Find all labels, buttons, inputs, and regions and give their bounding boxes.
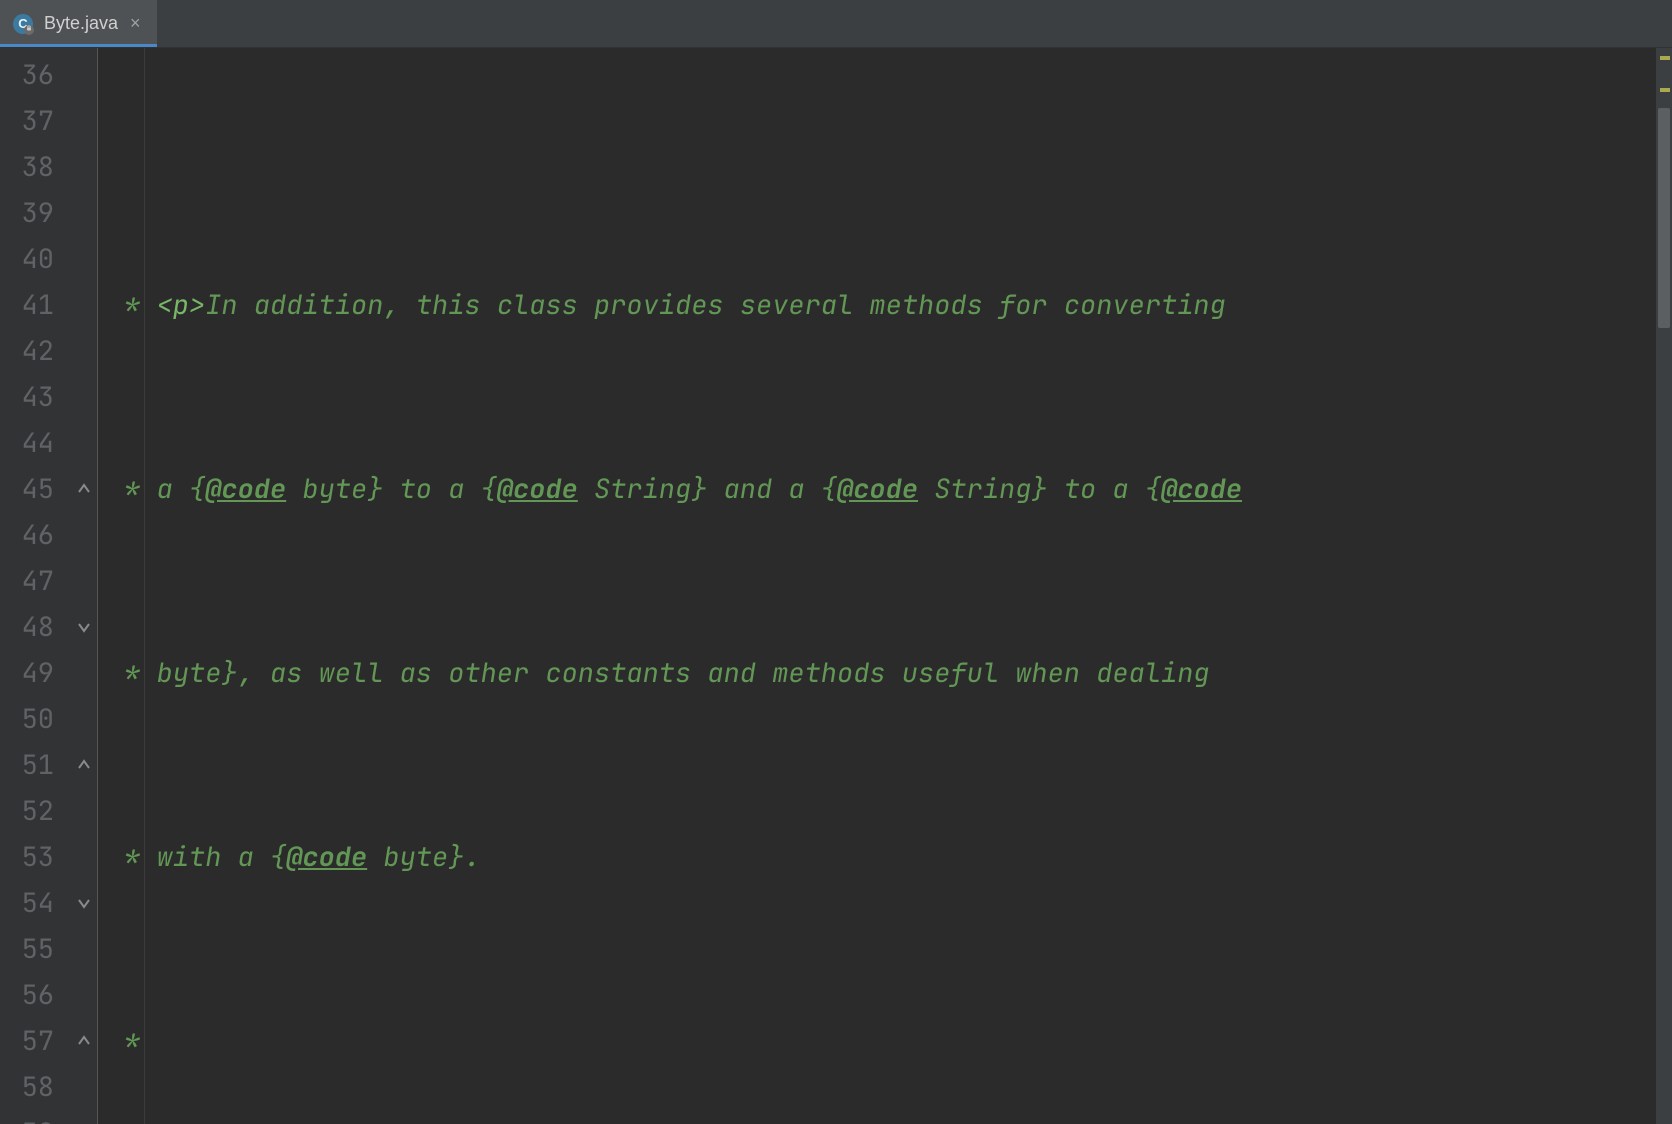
line-number[interactable]: 42 — [0, 328, 54, 374]
line-number[interactable]: 46 — [0, 512, 54, 558]
code-area[interactable]: * <p>In addition, this class provides se… — [98, 48, 1672, 1124]
tab-label: Byte.java — [44, 13, 118, 34]
tab-byte-java[interactable]: C Byte.java × — [0, 0, 157, 47]
tab-bar: C Byte.java × — [0, 0, 1672, 48]
error-stripe-marker[interactable] — [1660, 56, 1670, 60]
line-number[interactable]: 40 — [0, 236, 54, 282]
line-number[interactable]: 44 — [0, 420, 54, 466]
code-line: * byte}, as well as other constants and … — [108, 650, 1672, 696]
line-number[interactable]: 55 — [0, 926, 54, 972]
line-number[interactable]: 48 — [0, 604, 54, 650]
line-number[interactable]: 41 — [0, 282, 54, 328]
line-number[interactable]: 56 — [0, 972, 54, 1018]
line-number[interactable]: 50 — [0, 696, 54, 742]
fold-gutter[interactable] — [70, 48, 98, 1124]
line-number[interactable]: 38 — [0, 144, 54, 190]
fold-end-icon[interactable] — [75, 756, 93, 774]
code-line: * a {@code byte} to a {@code String} and… — [108, 466, 1672, 512]
line-number[interactable]: 45 — [0, 466, 54, 512]
line-number[interactable]: 36 — [0, 52, 54, 98]
fold-end-icon[interactable] — [75, 1032, 93, 1050]
editor: 3637383940414243444546474849505152535455… — [0, 48, 1672, 1124]
java-class-icon: C — [12, 13, 34, 35]
line-number[interactable]: 43 — [0, 374, 54, 420]
line-number[interactable]: 59 — [0, 1110, 54, 1124]
line-number[interactable]: 53 — [0, 834, 54, 880]
line-number[interactable]: 37 — [0, 98, 54, 144]
scrollbar[interactable] — [1656, 48, 1672, 1124]
fold-end-icon[interactable] — [75, 480, 93, 498]
line-number[interactable]: 51 — [0, 742, 54, 788]
line-number-gutter[interactable]: 3637383940414243444546474849505152535455… — [0, 48, 70, 1124]
error-stripe-marker[interactable] — [1660, 88, 1670, 92]
code-line: * with a {@code byte}. — [108, 834, 1672, 880]
code-line: * <p>In addition, this class provides se… — [108, 282, 1672, 328]
indent-guide — [144, 48, 145, 1124]
line-number[interactable]: 47 — [0, 558, 54, 604]
line-number[interactable]: 52 — [0, 788, 54, 834]
fold-start-icon[interactable] — [75, 618, 93, 636]
code-line: * — [108, 1018, 1672, 1064]
line-number[interactable]: 39 — [0, 190, 54, 236]
line-number[interactable]: 54 — [0, 880, 54, 926]
close-icon[interactable]: × — [128, 13, 143, 34]
scrollbar-thumb[interactable] — [1658, 108, 1670, 328]
line-number[interactable]: 57 — [0, 1018, 54, 1064]
line-number[interactable]: 49 — [0, 650, 54, 696]
line-number[interactable]: 58 — [0, 1064, 54, 1110]
fold-start-icon[interactable] — [75, 894, 93, 912]
